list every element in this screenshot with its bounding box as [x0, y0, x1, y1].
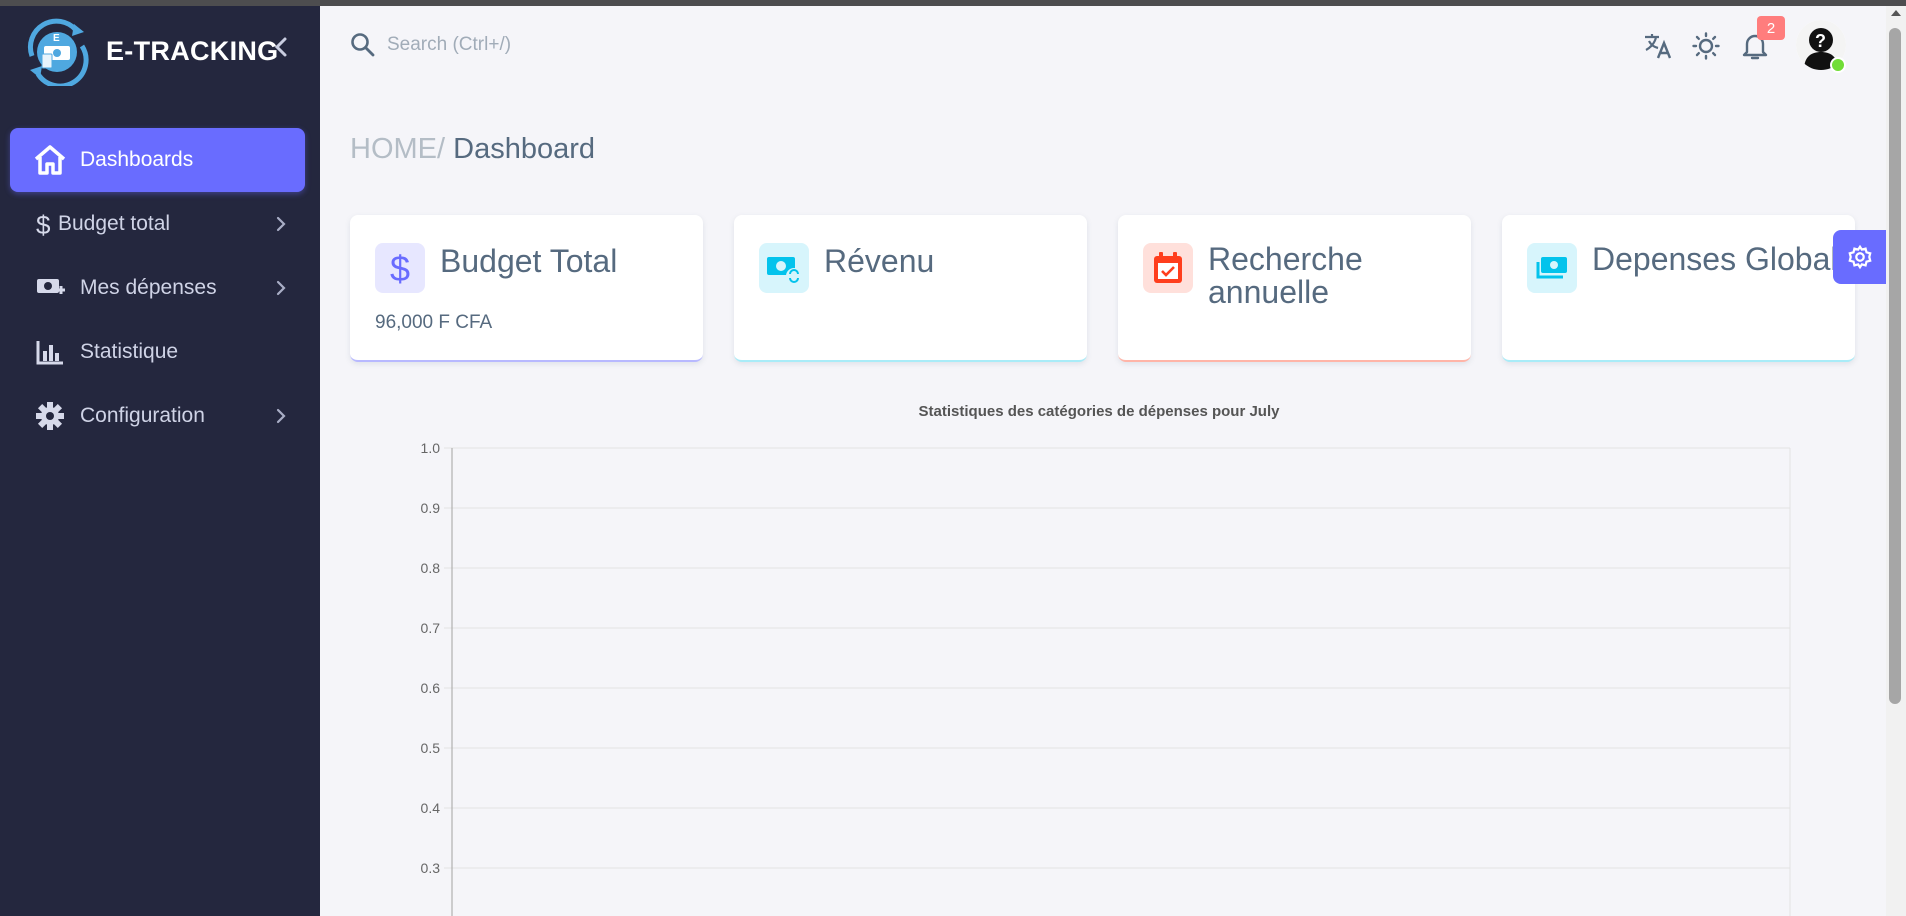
money-exchange-icon — [759, 243, 809, 293]
chevron-right-icon — [276, 216, 286, 232]
y-tick-label: 0.4 — [421, 800, 441, 816]
y-tick-label: 0.9 — [421, 500, 441, 516]
card-recherche-annuelle: Recherche annuelle — [1118, 215, 1471, 362]
search-icon — [351, 33, 375, 57]
brand[interactable]: E E-TRACKING — [20, 16, 279, 86]
app-name: E-TRACKING — [106, 35, 279, 66]
chevron-right-icon — [276, 408, 286, 424]
dollar-icon: $ — [375, 243, 425, 293]
card-depenses-global: Depenses Global — [1502, 215, 1855, 362]
sidebar-item-label: Configuration — [80, 404, 205, 427]
sidebar-item-dashboards[interactable]: Dashboards — [10, 128, 305, 192]
chevron-right-icon — [276, 280, 286, 296]
sidebar-menu: Dashboards $ Budget total Mes dépenses S… — [10, 128, 305, 448]
notification-badge: 2 — [1757, 16, 1785, 40]
sidebar-item-mes-depenses[interactable]: Mes dépenses — [10, 256, 305, 320]
card-value: 96,000 F CFA — [375, 312, 493, 333]
scrollbar-thumb[interactable] — [1889, 28, 1901, 704]
y-tick-label: 1.0 — [421, 440, 441, 456]
svg-text:$: $ — [36, 210, 51, 239]
dollar-icon: $ — [34, 206, 54, 242]
bar-chart-icon — [32, 334, 68, 370]
card-revenu: Révenu — [734, 215, 1087, 362]
chevron-left-icon[interactable] — [272, 34, 290, 60]
y-tick-label: 0.5 — [421, 740, 441, 756]
sidebar-item-budget-total[interactable]: $ Budget total — [10, 192, 305, 256]
translate-icon[interactable] — [1642, 30, 1674, 62]
sidebar-item-label: Mes dépenses — [80, 276, 217, 299]
breadcrumb-home[interactable]: HOME/ — [350, 133, 445, 165]
app-logo-icon: E — [27, 18, 89, 86]
card-title: Depenses Global — [1592, 241, 1838, 277]
chart-title: Statistiques des catégories de dépenses … — [919, 403, 1281, 420]
y-tick-label: 0.3 — [421, 860, 441, 876]
card-title: Révenu — [824, 243, 935, 279]
sidebar-item-label: Budget total — [58, 212, 171, 235]
home-icon — [32, 142, 68, 178]
sun-icon[interactable] — [1690, 30, 1722, 62]
money-add-icon — [32, 270, 68, 306]
money-icon — [1527, 243, 1577, 293]
card-title: Recherche annuelle — [1208, 241, 1363, 310]
sidebar-item-label: Statistique — [80, 340, 179, 363]
sidebar: E E-TRACKING Dashboards $ Budget total M… — [0, 6, 320, 916]
y-tick-label: 0.6 — [421, 680, 441, 696]
card-title: Budget Total — [440, 243, 618, 279]
svg-text:?: ? — [1815, 31, 1826, 51]
card-budget-total: $ Budget Total 96,000 F CFA — [350, 215, 703, 362]
scroll-up-arrow[interactable] — [1891, 10, 1901, 16]
calendar-check-icon — [1143, 243, 1193, 293]
svg-text:$: $ — [390, 248, 410, 288]
svg-text:E: E — [53, 33, 60, 44]
online-status-dot — [1830, 57, 1846, 73]
search-input[interactable] — [385, 28, 889, 62]
y-tick-label: 0.8 — [421, 560, 441, 576]
breadcrumb: HOME/ Dashboard — [350, 133, 595, 166]
sidebar-item-configuration[interactable]: Configuration — [10, 384, 305, 448]
sidebar-item-label: Dashboards — [80, 148, 194, 171]
page-title: Dashboard — [453, 133, 595, 165]
gear-icon — [1848, 244, 1872, 270]
expense-category-chart: Statistiques des catégories de dépenses … — [421, 403, 1791, 916]
sidebar-item-statistique[interactable]: Statistique — [10, 320, 305, 384]
template-customizer-button[interactable] — [1833, 230, 1887, 284]
gear-icon — [32, 398, 68, 434]
y-tick-label: 0.7 — [421, 620, 441, 636]
